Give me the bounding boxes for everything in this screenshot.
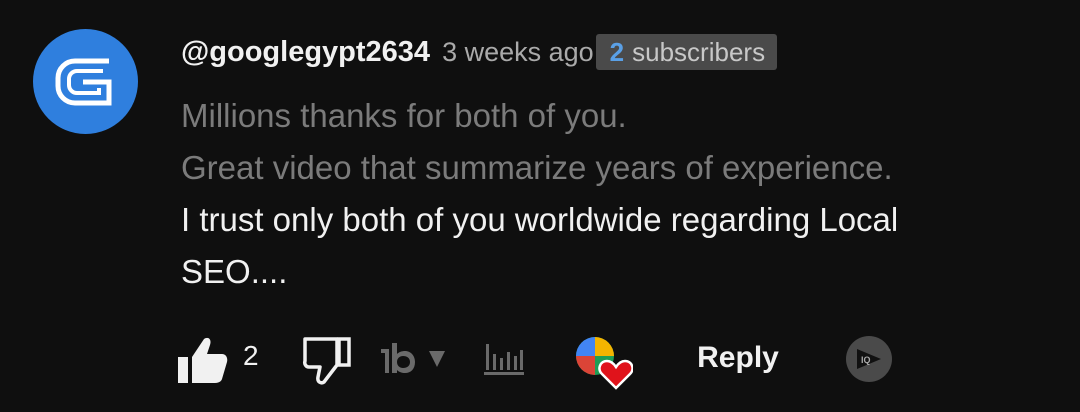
thumbs-up-icon — [178, 337, 228, 383]
comment-timestamp[interactable]: 3 weeks ago — [442, 37, 594, 68]
comment-line: I trust only both of you worldwide regar… — [181, 201, 899, 238]
reply-button[interactable]: Reply — [682, 330, 794, 386]
like-button[interactable] — [174, 334, 230, 386]
dislike-button[interactable] — [300, 334, 354, 386]
comment-text: Millions thanks for both of you. Great v… — [181, 90, 1041, 298]
creator-heart-icon — [576, 337, 633, 390]
comment-line: Great video that summarize years of expe… — [181, 149, 893, 186]
vidiq-button[interactable]: IQ — [844, 334, 894, 384]
tubebuddy-icon — [381, 343, 445, 373]
thumbs-down-icon — [303, 337, 351, 385]
tubebuddy-button[interactable] — [378, 338, 460, 378]
bar-stats-icon — [484, 344, 524, 375]
subscriber-badge: 2 subscribers — [595, 34, 778, 70]
subscriber-count: 2 — [609, 36, 625, 67]
author-avatar[interactable] — [33, 29, 138, 134]
g-logo-icon — [55, 58, 111, 105]
svg-text:IQ: IQ — [861, 355, 871, 365]
comment-line: Millions thanks for both of you. — [181, 97, 627, 134]
comment-toolbar: 2 Reply IQ — [0, 330, 1080, 390]
comment-thread: @googlegypt2634 3 weeks ago 2 subscriber… — [0, 0, 1080, 412]
comment-header: @googlegypt2634 3 weeks ago 2 subscriber… — [181, 32, 778, 72]
author-name[interactable]: @googlegypt2634 — [181, 36, 430, 69]
vidiq-icon: IQ — [846, 336, 892, 382]
stats-button[interactable] — [481, 336, 527, 378]
subscriber-label: subscribers — [632, 36, 766, 67]
creator-heart[interactable] — [572, 334, 634, 390]
like-count: 2 — [243, 340, 259, 371]
comment-line: SEO.... — [181, 253, 288, 290]
